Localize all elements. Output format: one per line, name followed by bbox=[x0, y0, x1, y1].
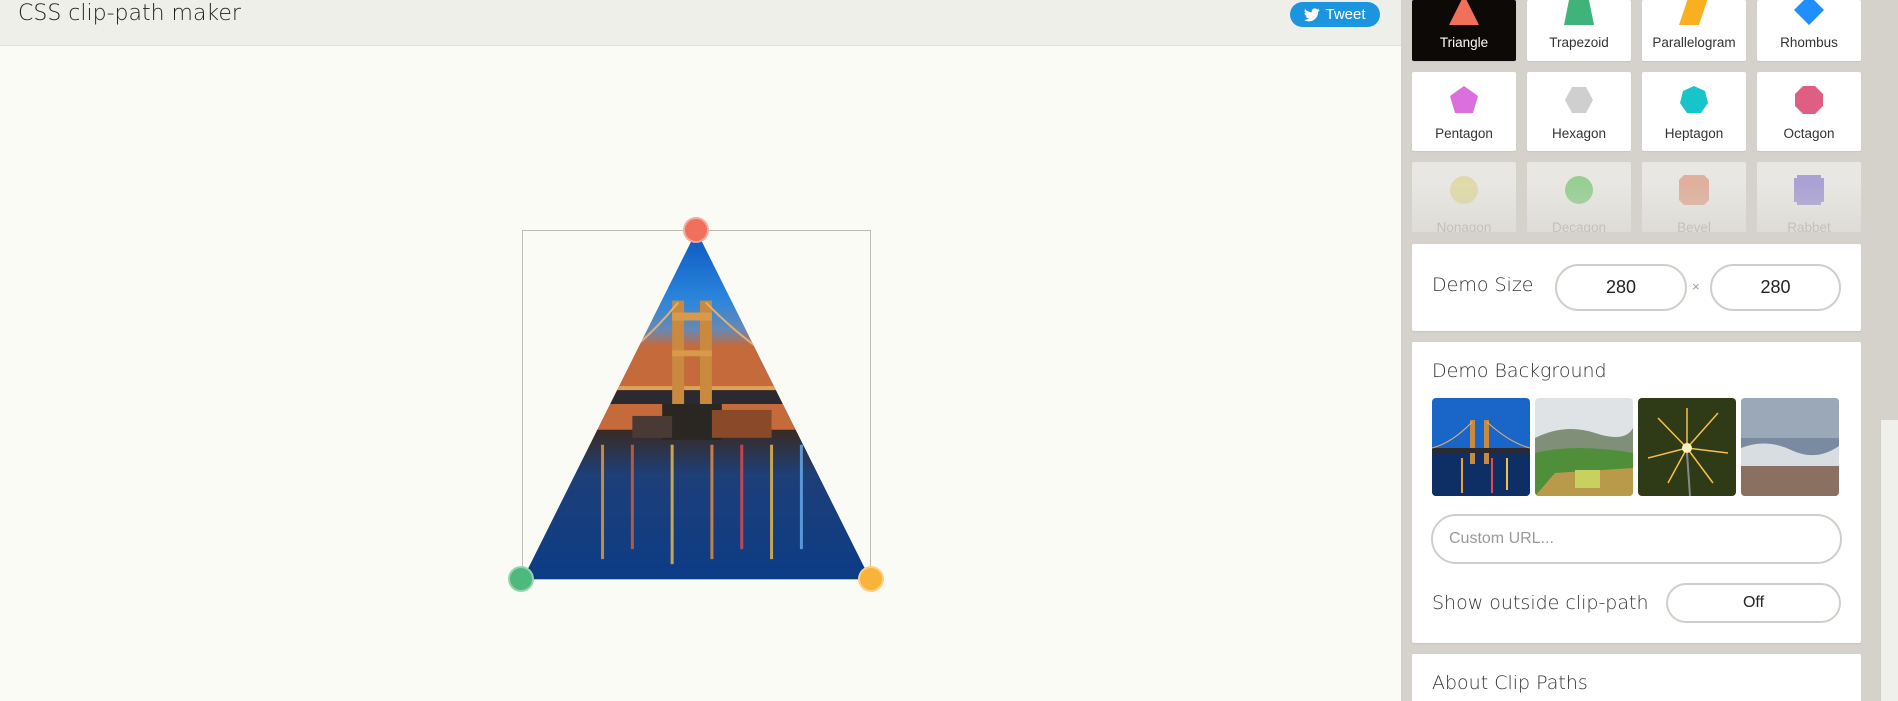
show-outside-toggle[interactable]: Off bbox=[1666, 583, 1841, 623]
rabbet-icon bbox=[1794, 175, 1824, 205]
clip-bounds-box bbox=[522, 230, 871, 580]
trapezoid-icon bbox=[1564, 0, 1594, 25]
triangle-icon bbox=[1449, 0, 1479, 25]
hexagon-icon bbox=[1565, 87, 1593, 113]
demo-background-card: Demo Background Custom URL... Show outsi… bbox=[1412, 342, 1861, 643]
app-window: CSS clip-path maker Tweet Triangle Trape… bbox=[0, 0, 1898, 701]
decagon-icon bbox=[1565, 176, 1593, 204]
shape-label: Parallelogram bbox=[1652, 35, 1736, 50]
size-separator: × bbox=[1692, 279, 1700, 294]
handle-bottom-left[interactable] bbox=[508, 566, 534, 592]
parallelogram-icon bbox=[1679, 0, 1708, 25]
pentagon-icon bbox=[1450, 86, 1478, 113]
shape-label: Trapezoid bbox=[1549, 35, 1609, 50]
top-bar: CSS clip-path maker Tweet bbox=[0, 0, 1401, 46]
ocean-waves-image bbox=[1741, 398, 1839, 496]
shape-tile-rabbet[interactable]: Rabbet bbox=[1757, 162, 1861, 232]
scrollbar-thumb[interactable] bbox=[1880, 420, 1898, 701]
thumbnail-green-hills[interactable] bbox=[1535, 398, 1633, 496]
tweet-label: Tweet bbox=[1325, 6, 1366, 23]
shape-grid: Triangle Trapezoid Parallelogram Rhombus… bbox=[1412, 0, 1865, 151]
demo-size-card: Demo Size × bbox=[1412, 244, 1861, 331]
shape-label: Pentagon bbox=[1435, 126, 1493, 141]
about-title: About Clip Paths bbox=[1432, 672, 1588, 694]
bridge-night-image bbox=[1432, 398, 1530, 496]
octagon-icon bbox=[1795, 86, 1823, 114]
sparkler-image bbox=[1638, 398, 1736, 496]
twitter-bird-icon bbox=[1304, 7, 1321, 21]
nonagon-icon bbox=[1450, 176, 1478, 204]
heptagon-icon bbox=[1680, 86, 1708, 113]
shape-tile-nonagon[interactable]: Nonagon bbox=[1412, 162, 1516, 232]
shape-label: Nonagon bbox=[1436, 220, 1492, 232]
thumbnail-bridge-night[interactable] bbox=[1432, 398, 1530, 496]
shape-label: Decagon bbox=[1551, 220, 1607, 232]
width-input[interactable] bbox=[1555, 264, 1687, 311]
green-hills-image bbox=[1535, 398, 1633, 496]
bridge-photo bbox=[523, 231, 870, 579]
demo-background-title: Demo Background bbox=[1432, 360, 1607, 382]
handle-top[interactable] bbox=[683, 217, 709, 243]
shape-grid-row-3: Nonagon Decagon Bevel Rabbet bbox=[1412, 162, 1865, 232]
thumbnail-ocean-waves[interactable] bbox=[1741, 398, 1839, 496]
shape-tile-rhombus[interactable]: Rhombus bbox=[1757, 0, 1861, 61]
rhombus-icon bbox=[1794, 0, 1824, 25]
shape-tile-pentagon[interactable]: Pentagon bbox=[1412, 72, 1516, 151]
page-title: CSS clip-path maker bbox=[18, 1, 241, 26]
shape-label: Heptagon bbox=[1664, 126, 1724, 141]
shape-tile-heptagon[interactable]: Heptagon bbox=[1642, 72, 1746, 151]
show-outside-label: Show outside clip-path bbox=[1432, 592, 1649, 614]
background-thumbnails bbox=[1432, 398, 1839, 496]
shape-tile-parallelogram[interactable]: Parallelogram bbox=[1642, 0, 1746, 61]
tweet-button[interactable]: Tweet bbox=[1290, 2, 1380, 27]
shape-tile-bevel[interactable]: Bevel bbox=[1642, 162, 1746, 232]
clipped-demo-image bbox=[523, 231, 870, 579]
shape-label: Bevel bbox=[1677, 220, 1711, 232]
shape-label: Hexagon bbox=[1551, 126, 1607, 141]
shape-label: Rabbet bbox=[1787, 220, 1831, 232]
shape-tile-trapezoid[interactable]: Trapezoid bbox=[1527, 0, 1631, 61]
shape-label: Rhombus bbox=[1780, 35, 1838, 50]
bevel-icon bbox=[1679, 175, 1709, 205]
about-card: About Clip Paths bbox=[1412, 654, 1861, 701]
shape-label: Triangle bbox=[1439, 35, 1489, 50]
shape-tile-octagon[interactable]: Octagon bbox=[1757, 72, 1861, 151]
editor-stage bbox=[0, 46, 1401, 701]
settings-panel: Triangle Trapezoid Parallelogram Rhombus… bbox=[1401, 0, 1880, 701]
scrollbar[interactable] bbox=[1880, 0, 1898, 701]
custom-url-input[interactable] bbox=[1431, 514, 1842, 564]
shape-tile-triangle[interactable]: Triangle bbox=[1412, 0, 1516, 61]
shape-tile-hexagon[interactable]: Hexagon bbox=[1527, 72, 1631, 151]
shape-label: Octagon bbox=[1783, 126, 1835, 141]
thumbnail-sparkler[interactable] bbox=[1638, 398, 1736, 496]
handle-bottom-right[interactable] bbox=[858, 566, 884, 592]
shape-tile-decagon[interactable]: Decagon bbox=[1527, 162, 1631, 232]
demo-size-title: Demo Size bbox=[1432, 274, 1534, 296]
height-input[interactable] bbox=[1710, 264, 1841, 311]
